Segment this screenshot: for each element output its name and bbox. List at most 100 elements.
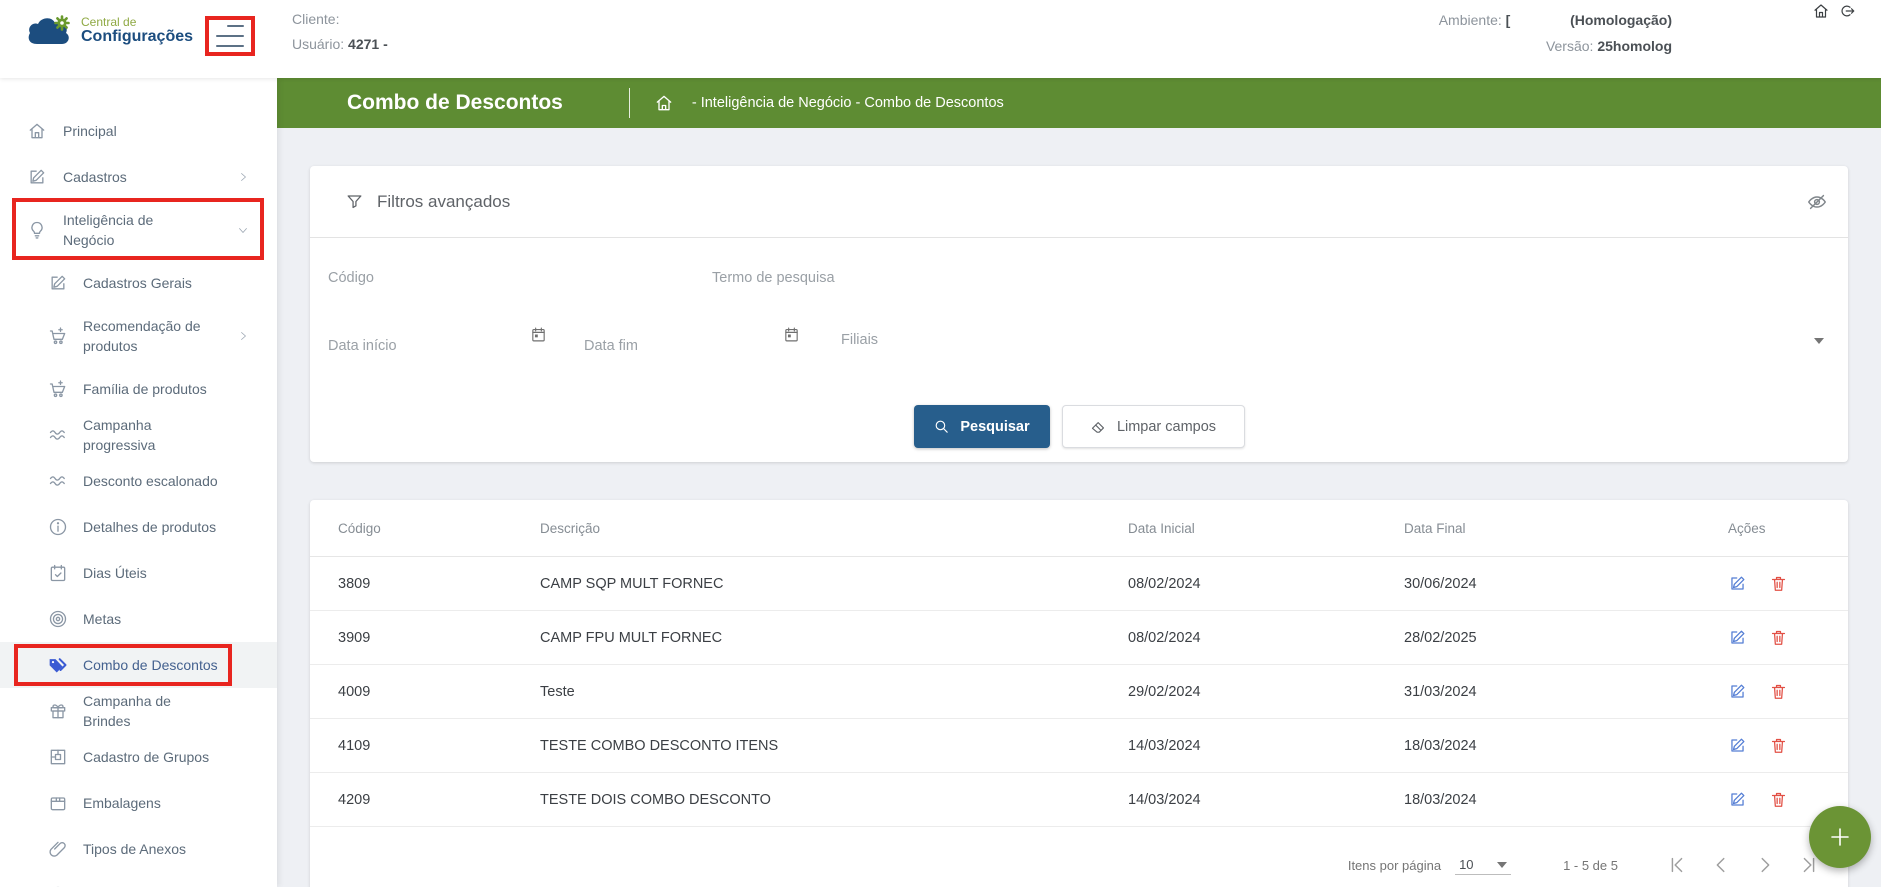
page-title-bar: Combo de Descontos - Inteligência de Neg… <box>277 78 1881 128</box>
app-logo[interactable]: Central de Configurações <box>25 14 193 48</box>
sidebar-item-label: Família de produtos <box>83 379 218 399</box>
menu-toggle-button[interactable] <box>211 23 247 49</box>
sidebar-item-combo-de-descontos[interactable]: Combo de Descontos <box>0 642 277 688</box>
next-page-icon[interactable] <box>1754 854 1776 876</box>
edit-icon[interactable] <box>1728 790 1747 809</box>
sidebar-item-restricoes[interactable]: Restrições <box>0 872 277 887</box>
table-row[interactable]: 4009 Teste 29/02/2024 31/03/2024 <box>310 665 1848 719</box>
plus-icon <box>1828 825 1852 849</box>
termo-field <box>712 266 1833 292</box>
table-row[interactable]: 3809 CAMP SQP MULT FORNEC 08/02/2024 30/… <box>310 557 1848 611</box>
sidebar-item-embalagens[interactable]: Embalagens <box>0 780 277 826</box>
calendar-icon[interactable] <box>530 326 547 343</box>
sidebar-item-principal[interactable]: Principal <box>0 108 277 154</box>
sidebar-item-dias-uteis[interactable]: Dias Úteis <box>0 550 277 596</box>
edit-icon[interactable] <box>1728 736 1747 755</box>
sidebar-item-inteligencia-de-negocio[interactable]: Inteligência de Negócio <box>0 200 277 260</box>
logo-line2: Configurações <box>81 29 193 46</box>
termo-pesquisa-input[interactable] <box>712 266 1833 292</box>
sidebar-item-label: Cadastros <box>63 167 203 187</box>
sidebar-item-metas[interactable]: Metas <box>0 596 277 642</box>
paperclip-icon <box>48 839 68 859</box>
sidebar-item-campanha-progressiva[interactable]: Campanha progressiva <box>0 412 277 458</box>
cell-data-final: 18/03/2024 <box>1404 792 1728 808</box>
info-icon <box>48 517 68 537</box>
codigo-input[interactable] <box>328 266 676 292</box>
table-header-row: Código Descrição Data Inicial Data Final… <box>310 500 1848 557</box>
data-inicio-input[interactable] <box>328 334 553 360</box>
cell-descricao: Teste <box>540 684 1128 700</box>
search-icon <box>933 418 950 435</box>
delete-icon[interactable] <box>1769 682 1788 701</box>
sidebar-item-label: Tipos de Anexos <box>83 839 218 859</box>
delete-icon[interactable] <box>1769 790 1788 809</box>
sidebar-item-recomendacao-de-produtos[interactable]: Recomendação de produtos <box>0 306 277 366</box>
sidebar-item-detalhes-de-produtos[interactable]: Detalhes de produtos <box>0 504 277 550</box>
limpar-campos-button[interactable]: Limpar campos <box>1062 405 1245 448</box>
cell-codigo: 4209 <box>338 792 540 808</box>
edit-icon[interactable] <box>1728 682 1747 701</box>
home-icon <box>27 121 47 141</box>
eye-off-icon[interactable] <box>1806 191 1828 213</box>
cell-data-inicial: 14/03/2024 <box>1128 738 1404 754</box>
sidebar-item-cadastros[interactable]: Cadastros <box>0 154 277 200</box>
ambiente-value: [ <box>1506 12 1511 28</box>
pesquisar-button[interactable]: Pesquisar <box>914 405 1050 448</box>
sidebar-item-label: Cadastro de Grupos <box>83 747 218 767</box>
cart-plus-icon <box>48 379 68 399</box>
cell-descricao: CAMP SQP MULT FORNEC <box>540 576 1128 592</box>
codigo-field <box>328 266 676 292</box>
sidebar-item-label: Principal <box>63 121 203 141</box>
chevron-right-icon <box>237 171 249 183</box>
sidebar-item-desconto-escalonado[interactable]: Desconto escalonado <box>0 458 277 504</box>
cliente-label: Cliente: <box>292 11 339 27</box>
delete-icon[interactable] <box>1769 628 1788 647</box>
dropdown-caret-icon <box>1497 862 1507 868</box>
delete-icon[interactable] <box>1769 574 1788 593</box>
waves-icon <box>48 425 68 445</box>
cell-data-inicial: 29/02/2024 <box>1128 684 1404 700</box>
table-row[interactable]: 4109 TESTE COMBO DESCONTO ITENS 14/03/20… <box>310 719 1848 773</box>
items-per-page-select[interactable]: 10 <box>1455 855 1511 875</box>
add-button[interactable] <box>1809 806 1871 868</box>
dropdown-caret-icon[interactable] <box>1814 338 1824 344</box>
col-header-data-final: Data Final <box>1404 521 1728 536</box>
sidebar-item-label: Campanha progressiva <box>83 415 218 456</box>
table-row[interactable]: 3909 CAMP FPU MULT FORNEC 08/02/2024 28/… <box>310 611 1848 665</box>
sidebar-item-label: Combo de Descontos <box>83 655 218 675</box>
edit-icon[interactable] <box>1728 628 1747 647</box>
breadcrumb-home-icon[interactable] <box>654 93 674 113</box>
calendar-icon[interactable] <box>783 326 800 343</box>
cell-codigo: 4109 <box>338 738 540 754</box>
previous-page-icon[interactable] <box>1710 854 1732 876</box>
col-header-acoes: Ações <box>1728 521 1848 536</box>
data-fim-input[interactable] <box>584 334 806 360</box>
sidebar-item-label: Embalagens <box>83 793 218 813</box>
cart-plus-icon <box>48 326 68 346</box>
sidebar-item-campanha-de-brindes[interactable]: Campanha de Brindes <box>0 688 277 734</box>
table-row[interactable]: 4209 TESTE DOIS COMBO DESCONTO 14/03/202… <box>310 773 1848 827</box>
sidebar-item-familia-de-produtos[interactable]: Família de produtos <box>0 366 277 412</box>
filters-title: Filtros avançados <box>377 192 510 212</box>
cell-codigo: 3809 <box>338 576 540 592</box>
first-page-icon[interactable] <box>1666 854 1688 876</box>
cell-data-inicial: 14/03/2024 <box>1128 792 1404 808</box>
edit-icon <box>27 167 47 187</box>
frame-icon <box>48 747 68 767</box>
sidebar-item-cadastro-de-grupos[interactable]: Cadastro de Grupos <box>0 734 277 780</box>
package-icon <box>48 793 68 813</box>
edit-icon[interactable] <box>1728 574 1747 593</box>
filiais-select[interactable] <box>841 328 1828 354</box>
calendar-check-icon <box>48 563 68 583</box>
logout-icon[interactable] <box>1838 2 1856 20</box>
sidebar-item-tipos-de-anexos[interactable]: Tipos de Anexos <box>0 826 277 872</box>
sidebar-item-label: Metas <box>83 609 218 629</box>
header-actions <box>1812 2 1856 20</box>
sidebar-item-label: Cadastros Gerais <box>83 273 218 293</box>
delete-icon[interactable] <box>1769 736 1788 755</box>
sidebar-item-cadastros-gerais[interactable]: Cadastros Gerais <box>0 260 277 306</box>
home-icon[interactable] <box>1812 2 1830 20</box>
gift-icon <box>48 701 68 721</box>
items-per-page-label: Itens por página <box>1348 858 1441 873</box>
sidebar-item-label: Inteligência de Negócio <box>63 210 203 251</box>
